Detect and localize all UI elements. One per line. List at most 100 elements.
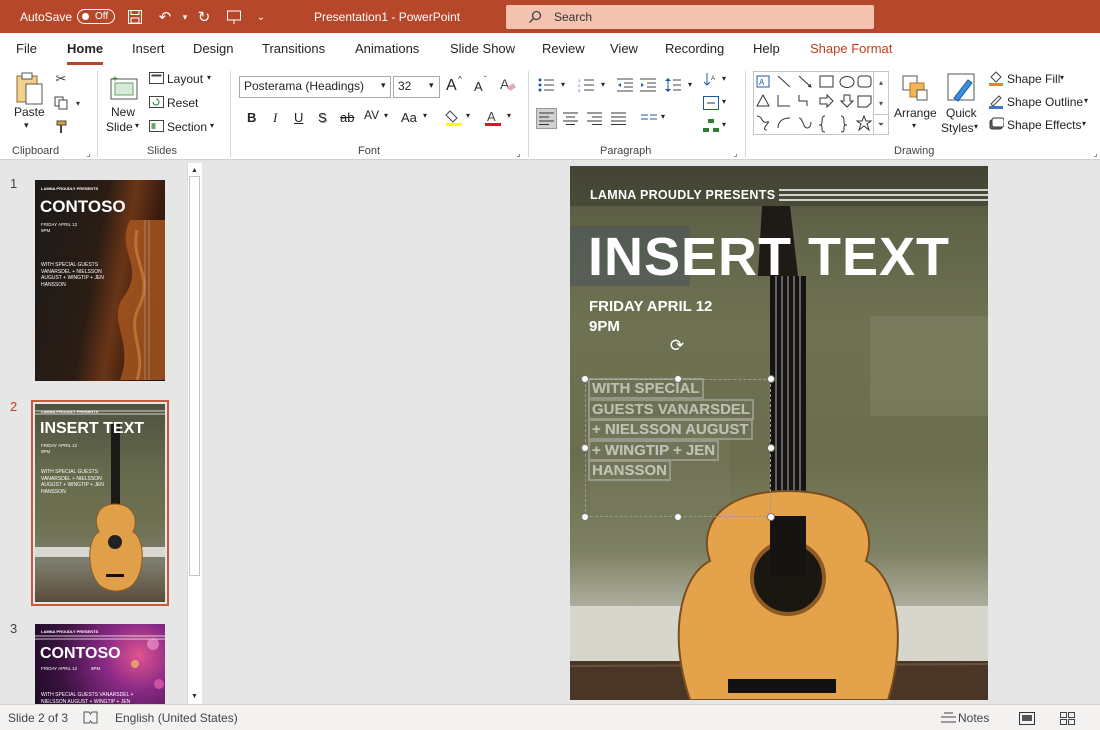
accessibility-icon[interactable] bbox=[82, 710, 98, 725]
drawing-launcher-icon[interactable]: ⌟ bbox=[1091, 149, 1100, 158]
justify-icon[interactable] bbox=[610, 111, 626, 126]
smartart-dropdown-icon[interactable]: ▾ bbox=[722, 120, 726, 129]
numbering-icon[interactable]: 123 bbox=[577, 77, 595, 93]
tab-slide-show[interactable]: Slide Show bbox=[450, 41, 515, 56]
bullets-icon[interactable] bbox=[537, 77, 555, 93]
resize-handle[interactable] bbox=[581, 513, 589, 521]
resize-handle[interactable] bbox=[767, 375, 775, 383]
underline-button[interactable]: U bbox=[294, 110, 303, 125]
slide-thumbnail-3[interactable]: LAMNA PROUDLY PRESENTS CONTOSO FRIDAY AP… bbox=[35, 624, 165, 704]
scroll-up-icon[interactable]: ▲ bbox=[189, 165, 200, 175]
tab-review[interactable]: Review bbox=[542, 41, 585, 56]
slide-thumbnail-2[interactable]: LAMNA PROUDLY PRESENTS INSERT TEXT FRIDA… bbox=[31, 400, 169, 606]
highlight-dropdown-icon[interactable]: ▾ bbox=[466, 111, 470, 120]
quick-styles-dropdown-icon[interactable]: ▾ bbox=[974, 122, 978, 131]
present-from-beginning-icon[interactable] bbox=[225, 8, 243, 26]
tab-recording[interactable]: Recording bbox=[665, 41, 724, 56]
section-button[interactable]: Section bbox=[167, 120, 207, 134]
undo-icon[interactable]: ↶ bbox=[156, 8, 174, 26]
decrease-font-size-icon[interactable]: A bbox=[474, 79, 483, 94]
shapes-more-icon[interactable]: ⏷ bbox=[873, 114, 888, 135]
resize-handle[interactable] bbox=[767, 444, 775, 452]
shapes-scroll-down-icon[interactable]: ▾ bbox=[873, 93, 888, 114]
paste-button[interactable]: Paste bbox=[14, 105, 45, 119]
columns-icon[interactable] bbox=[640, 111, 658, 126]
section-icon[interactable] bbox=[148, 119, 164, 133]
slide-thumbnail-1[interactable]: LAMNA PROUDLY PRESENTS CONTOSO FRIDAY AP… bbox=[35, 180, 165, 381]
normal-view-icon[interactable] bbox=[1018, 710, 1036, 726]
rotate-handle-icon[interactable]: ⟳ bbox=[668, 336, 686, 355]
shape-fill-icon[interactable] bbox=[988, 70, 1004, 86]
quick-styles-icon[interactable] bbox=[946, 71, 978, 105]
paragraph-launcher-icon[interactable]: ⌟ bbox=[731, 149, 740, 158]
autosave-toggle[interactable]: Off bbox=[77, 9, 115, 24]
search-input[interactable]: Search bbox=[506, 5, 874, 29]
shape-fill-dropdown-icon[interactable]: ▾ bbox=[1060, 73, 1064, 82]
font-launcher-icon[interactable]: ⌟ bbox=[514, 149, 523, 158]
slide-guests-text[interactable]: WITH SPECIAL GUESTS VANARSDEL + NIELSSON… bbox=[588, 378, 773, 482]
shape-fill-button[interactable]: Shape Fill bbox=[1007, 72, 1060, 86]
quick-styles-label[interactable]: Quick bbox=[946, 106, 977, 120]
undo-dropdown-icon[interactable]: ▾ bbox=[176, 8, 194, 26]
resize-handle[interactable] bbox=[581, 375, 589, 383]
slide-presents-text[interactable]: LAMNA PROUDLY PRESENTS bbox=[590, 188, 775, 202]
increase-font-size-icon[interactable]: A bbox=[446, 77, 457, 95]
language-indicator[interactable]: English (United States) bbox=[115, 711, 238, 725]
reset-button[interactable]: Reset bbox=[167, 96, 198, 110]
highlight-icon[interactable] bbox=[444, 108, 464, 128]
new-slide-icon[interactable]: + bbox=[108, 71, 140, 103]
tab-file[interactable]: File bbox=[16, 41, 37, 56]
bold-button[interactable]: B bbox=[247, 110, 256, 125]
character-spacing-button[interactable]: AV bbox=[364, 108, 379, 122]
text-shadow-button[interactable]: S bbox=[318, 110, 327, 125]
section-dropdown-icon[interactable]: ▾ bbox=[210, 121, 214, 130]
tab-animations[interactable]: Animations bbox=[355, 41, 419, 56]
numbering-dropdown-icon[interactable]: ▾ bbox=[601, 80, 605, 89]
new-slide-dropdown-icon[interactable]: ▾ bbox=[135, 121, 139, 130]
strikethrough-button[interactable]: ab bbox=[340, 110, 354, 125]
redo-icon[interactable]: ↻ bbox=[195, 8, 213, 26]
scroll-down-icon[interactable]: ▼ bbox=[189, 691, 200, 701]
save-icon[interactable] bbox=[126, 8, 144, 26]
character-spacing-dropdown-icon[interactable]: ▾ bbox=[384, 111, 388, 120]
shape-outline-dropdown-icon[interactable]: ▾ bbox=[1084, 96, 1088, 105]
thumbnail-scroll-thumb[interactable] bbox=[189, 176, 200, 576]
customize-qat-icon[interactable]: ⌄ bbox=[252, 8, 270, 26]
change-case-dropdown-icon[interactable]: ▾ bbox=[423, 111, 427, 120]
font-name-dropdown-icon[interactable]: ▾ bbox=[381, 80, 386, 91]
decrease-indent-icon[interactable] bbox=[617, 77, 633, 93]
tab-view[interactable]: View bbox=[610, 41, 638, 56]
tab-home[interactable]: Home bbox=[67, 41, 104, 65]
resize-handle[interactable] bbox=[767, 513, 775, 521]
shapes-scroll-up-icon[interactable]: ▴ bbox=[873, 72, 888, 93]
shape-effects-button[interactable]: Shape Effects bbox=[1007, 118, 1082, 132]
arrange-icon[interactable] bbox=[899, 71, 931, 105]
shapes-gallery[interactable]: A bbox=[753, 71, 889, 135]
cut-icon[interactable]: ✂ bbox=[53, 71, 69, 87]
font-name-input[interactable]: Posterama (Headings) bbox=[239, 76, 391, 98]
align-right-icon[interactable] bbox=[586, 111, 602, 126]
resize-handle[interactable] bbox=[674, 513, 682, 521]
text-direction-dropdown-icon[interactable]: ▾ bbox=[722, 74, 726, 83]
shape-outline-button[interactable]: Shape Outline bbox=[1007, 95, 1083, 109]
new-slide-label-2[interactable]: Slide bbox=[106, 120, 133, 134]
bullets-dropdown-icon[interactable]: ▾ bbox=[561, 80, 565, 89]
font-color-icon[interactable]: A bbox=[483, 108, 503, 128]
shape-outline-icon[interactable] bbox=[988, 93, 1004, 109]
clipboard-launcher-icon[interactable]: ⌟ bbox=[84, 149, 93, 158]
tab-shape-format[interactable]: Shape Format bbox=[810, 41, 892, 56]
reset-icon[interactable] bbox=[148, 95, 164, 109]
shape-effects-icon[interactable] bbox=[988, 116, 1004, 132]
format-painter-icon[interactable] bbox=[53, 119, 69, 135]
line-spacing-icon[interactable] bbox=[664, 77, 682, 93]
slide-sorter-view-icon[interactable] bbox=[1058, 710, 1076, 726]
font-size-dropdown-icon[interactable]: ▾ bbox=[429, 80, 434, 91]
tab-help[interactable]: Help bbox=[753, 41, 780, 56]
slide-date[interactable]: FRIDAY APRIL 12 9PM bbox=[589, 297, 712, 337]
new-slide-label[interactable]: New bbox=[111, 105, 135, 119]
arrange-button[interactable]: Arrange bbox=[894, 106, 937, 120]
align-left-icon[interactable] bbox=[536, 108, 557, 129]
italic-button[interactable]: I bbox=[273, 110, 277, 126]
text-direction-icon[interactable]: A bbox=[702, 71, 720, 89]
smartart-icon[interactable] bbox=[702, 117, 720, 135]
